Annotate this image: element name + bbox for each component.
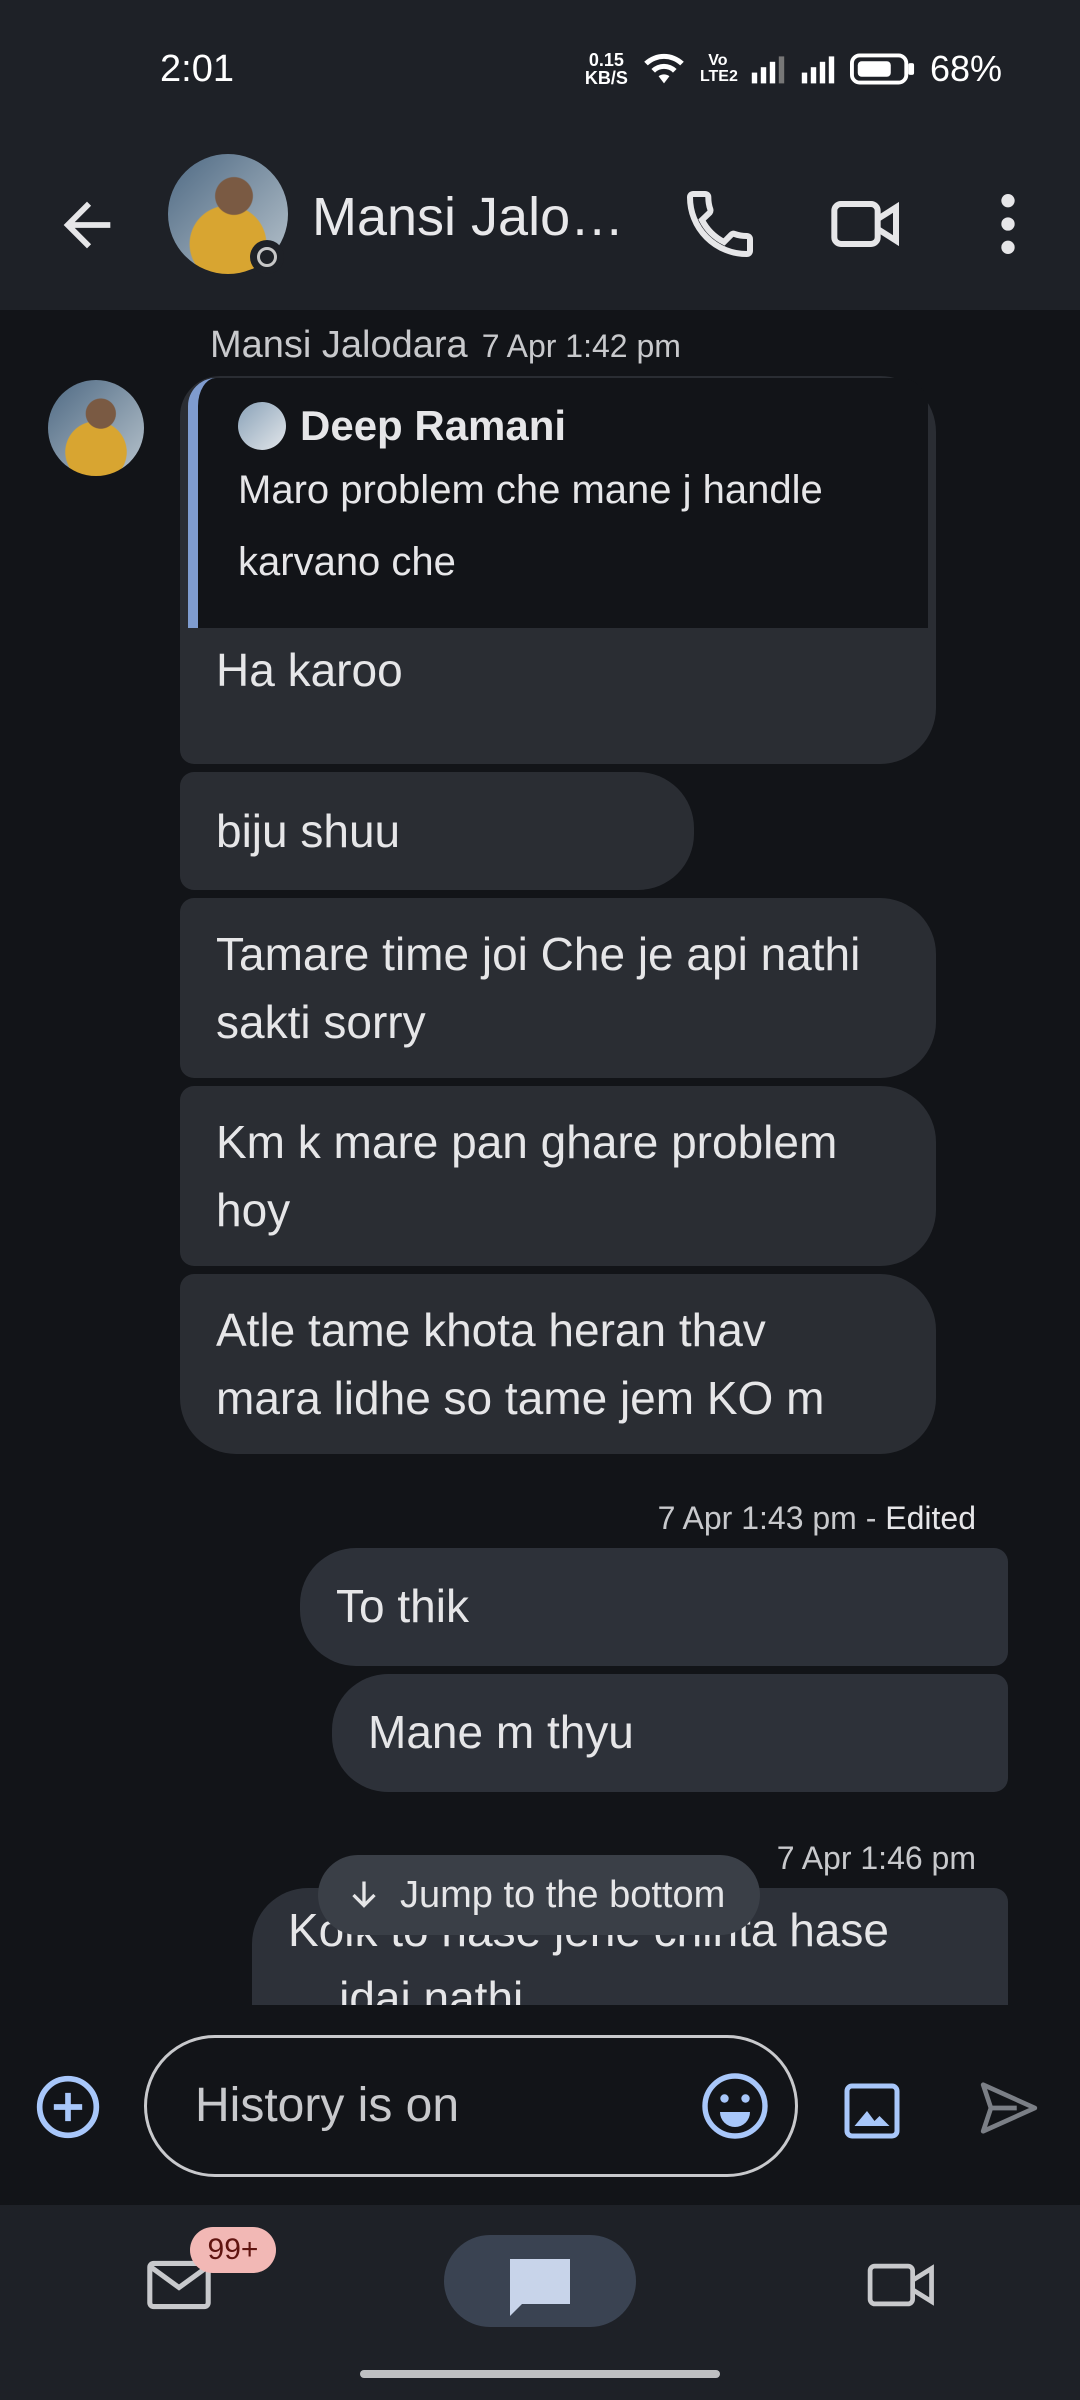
jump-label: Jump to the bottom <box>400 1873 726 1916</box>
contact-name[interactable]: Mansi Jalo… <box>312 186 624 248</box>
mail-unread-badge: 99+ <box>190 2227 276 2273</box>
signal-icon-2 <box>801 56 835 84</box>
arrow-down-icon <box>352 1881 376 1908</box>
status-icons: 0.15 KB/S Vo LTE2 68% <box>585 48 1002 90</box>
message-input-field[interactable] <box>144 2035 798 2177</box>
message-text: Km k mare pan ghare problem <box>216 1116 838 1168</box>
phone-icon[interactable] <box>680 184 760 264</box>
message-text: Ha karoo <box>216 644 403 696</box>
sender-avatar[interactable] <box>48 380 144 476</box>
message-input[interactable] <box>193 2074 677 2136</box>
outgoing-meta: 7 Apr 1:43 pm - Edited <box>657 1500 976 1536</box>
quoted-author-avatar <box>238 402 286 450</box>
quoted-message[interactable]: Deep Ramani Maro problem che mane j hand… <box>188 378 928 628</box>
emoji-icon[interactable] <box>699 2070 771 2142</box>
signal-icon <box>751 56 785 84</box>
sender-line: Mansi Jalodara 7 Apr 1:42 pm <box>210 324 681 367</box>
status-bar: 2:01 0.15 KB/S Vo LTE2 68% <box>0 0 1080 140</box>
presence-status-icon <box>250 240 284 274</box>
message-bubble[interactable]: Atle tame khota heran thav mara lidhe so… <box>180 1274 936 1454</box>
message-text: Atle tame khota heran thav <box>216 1304 766 1356</box>
home-indicator[interactable] <box>360 2370 720 2378</box>
image-icon[interactable] <box>842 2081 902 2141</box>
sender-name: Mansi Jalodara <box>210 324 468 366</box>
bottom-navigation: 99+ <box>0 2205 1080 2400</box>
status-time: 2:01 <box>160 48 234 90</box>
conversation-header: Mansi Jalo… <box>0 140 1080 310</box>
chat-icon[interactable] <box>504 2253 576 2319</box>
outgoing-meta: 7 Apr 1:46 pm <box>776 1840 976 1876</box>
message-text: mara lidhe so tame jem KO m <box>216 1372 825 1424</box>
message-time: 7 Apr 1:42 pm <box>481 328 681 364</box>
wifi-icon <box>644 53 684 84</box>
quoted-text: Maro problem che mane j handle karvano c… <box>238 468 823 584</box>
message-text: Mane m thyu <box>368 1706 634 1758</box>
outgoing-message-bubble[interactable]: Mane m thyu <box>332 1674 1008 1792</box>
message-bubble[interactable]: Km k mare pan ghare problem hoy <box>180 1086 936 1266</box>
outgoing-message-bubble[interactable]: To thik <box>300 1548 1008 1666</box>
message-text: biju shuu <box>216 805 401 857</box>
message-text: ... idai nathi <box>288 1972 524 2005</box>
message-text: hoy <box>216 1184 291 1236</box>
send-icon[interactable] <box>974 2077 1044 2139</box>
message-text: To thik <box>336 1580 469 1632</box>
more-options-icon[interactable] <box>968 184 1048 264</box>
edited-label: Edited <box>885 1500 976 1536</box>
battery-icon <box>849 53 914 85</box>
compose-bar <box>0 2005 1080 2205</box>
volte-indicator: Vo LTE2 <box>699 52 738 85</box>
message-bubble[interactable]: biju shuu <box>180 772 694 890</box>
back-arrow-icon[interactable] <box>52 190 122 260</box>
add-attachment-icon[interactable] <box>34 2073 102 2141</box>
jump-to-bottom-button[interactable]: Jump to the bottom <box>318 1855 760 1935</box>
message-text: sakti sorry <box>216 996 426 1048</box>
message-text: Tamare time joi Che je api nathi <box>216 928 861 980</box>
message-bubble[interactable]: Tamare time joi Che je api nathi sakti s… <box>180 898 936 1078</box>
message-list[interactable]: Mansi Jalodara 7 Apr 1:42 pm Ha karoo Dee… <box>0 310 1080 2005</box>
quoted-author: Deep Ramani <box>238 402 928 450</box>
battery-percent: 68% <box>929 48 1002 89</box>
video-call-icon[interactable] <box>826 184 906 264</box>
meet-video-icon[interactable] <box>866 2259 938 2311</box>
network-speed: 0.15 KB/S <box>584 50 628 88</box>
